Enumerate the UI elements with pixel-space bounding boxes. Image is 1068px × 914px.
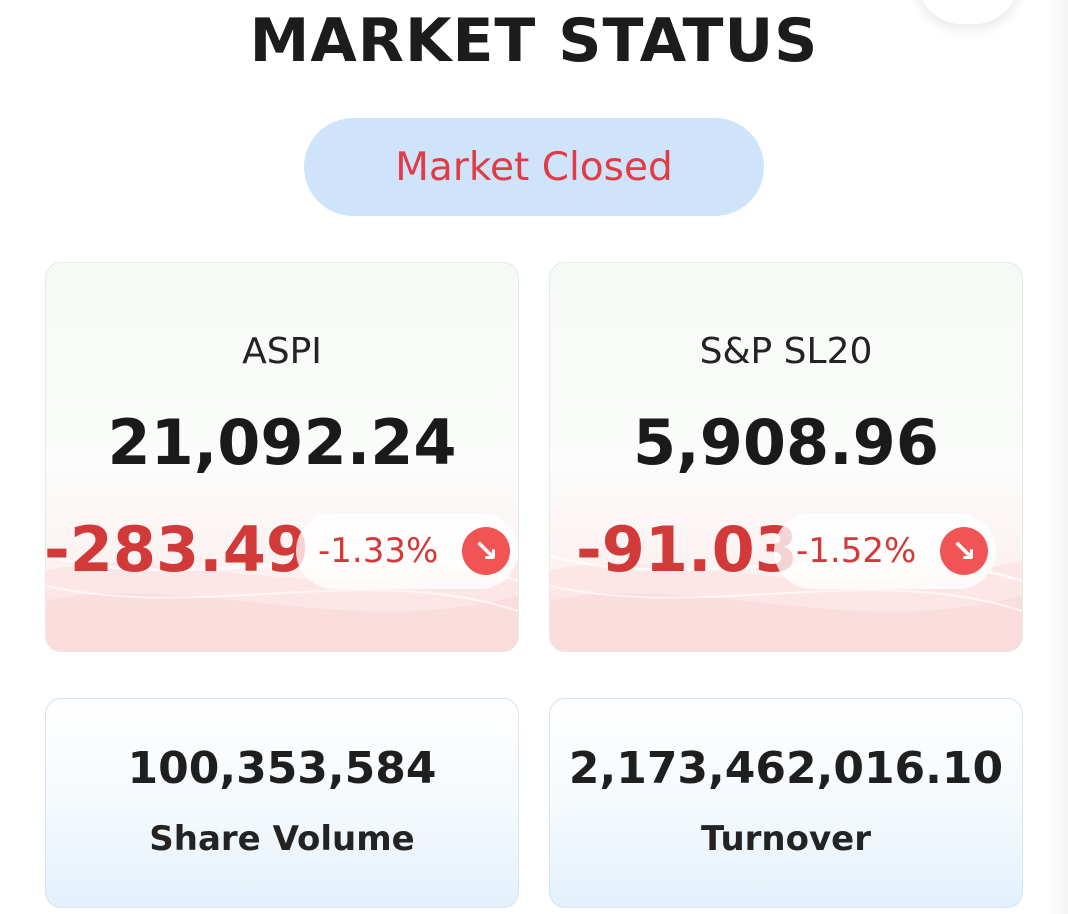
page-title: MARKET STATUS [249, 6, 819, 76]
market-status-label: Market Closed [395, 144, 673, 190]
turnover-value: 2,173,462,016.10 [568, 743, 1004, 794]
turnover-label: Turnover [701, 819, 871, 859]
share-volume-label: Share Volume [149, 819, 415, 859]
market-status-page: MARKET STATUS Market Closed ASPI 21,092.… [0, 0, 1068, 914]
scrollbar-track [1046, 0, 1068, 914]
stat-card-turnover[interactable]: 2,173,462,016.10 Turnover [549, 698, 1023, 908]
index-change-chip: -1.52% ↘ [774, 513, 996, 589]
index-card-sp-sl20[interactable]: S&P SL20 5,908.96 -91.03 -1.52% ↘ [549, 262, 1023, 652]
index-change-value: -91.03 [576, 513, 798, 586]
index-change-row: -283.49 -1.33% ↘ [46, 509, 518, 589]
market-status-badge: Market Closed [304, 118, 764, 216]
index-name: S&P SL20 [699, 331, 873, 372]
share-volume-value: 100,353,584 [127, 743, 437, 794]
index-card-aspi[interactable]: ASPI 21,092.24 -283.49 -1.33% ↘ [45, 262, 519, 652]
index-change-percent: -1.52% [796, 531, 917, 571]
index-change-value: -283.49 [45, 513, 309, 586]
arrow-down-right-icon: ↘ [940, 527, 988, 575]
index-name: ASPI [242, 331, 322, 372]
index-change-row: -91.03 -1.52% ↘ [550, 509, 1022, 589]
index-value: 5,908.96 [633, 406, 939, 479]
index-value: 21,092.24 [107, 406, 457, 479]
arrow-down-right-icon: ↘ [462, 527, 510, 575]
index-change-percent: -1.33% [318, 531, 439, 571]
index-change-chip: -1.33% ↘ [296, 513, 518, 589]
stat-card-share-volume[interactable]: 100,353,584 Share Volume [45, 698, 519, 908]
